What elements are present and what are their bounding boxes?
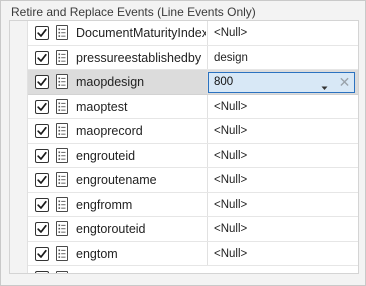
field-checkbox[interactable] — [35, 124, 49, 138]
checkmark-icon — [37, 151, 47, 160]
checkmark-icon — [37, 53, 47, 62]
field-properties-icon[interactable] — [56, 271, 68, 273]
field-name: engrouteid — [76, 148, 136, 163]
column-divider — [207, 217, 208, 241]
field-checkbox[interactable] — [35, 271, 49, 273]
column-divider — [207, 143, 208, 167]
field-properties-icon[interactable] — [56, 74, 68, 89]
field-value[interactable]: <Null> — [214, 217, 247, 241]
checkmark-icon — [37, 224, 47, 233]
field-row[interactable]: engtorouteid <Null> — [28, 217, 358, 242]
close-icon[interactable]: ✕ — [338, 75, 351, 90]
field-value[interactable]: <Null> — [214, 168, 247, 192]
field-name: engroutename — [76, 173, 157, 187]
field-checkbox[interactable] — [35, 173, 49, 187]
field-checkbox[interactable] — [35, 50, 49, 65]
column-divider — [207, 21, 208, 45]
field-row[interactable]: engrouteid <Null> — [28, 143, 358, 168]
field-properties-icon[interactable] — [56, 245, 68, 261]
field-row[interactable]: maoprecord <Null> — [28, 119, 358, 144]
field-row-partial — [28, 266, 358, 273]
field-checkbox[interactable] — [35, 99, 49, 114]
value-dropdown[interactable]: 800 ✕ — [208, 72, 355, 93]
checkmark-icon — [37, 200, 47, 209]
field-value[interactable]: <Null> — [214, 95, 247, 119]
field-properties-icon[interactable] — [56, 98, 68, 114]
field-properties-icon[interactable] — [56, 123, 68, 138]
column-divider — [207, 94, 208, 118]
column-divider — [207, 119, 208, 143]
field-name: maoprecord — [76, 124, 143, 138]
checkmark-icon — [37, 126, 47, 135]
section-title: Retire and Replace Events (Line Events O… — [11, 5, 256, 19]
field-row[interactable]: engfromm <Null> — [28, 192, 358, 217]
field-properties-icon[interactable] — [56, 49, 68, 65]
field-name: engtom — [76, 246, 118, 261]
field-name: engtorouteid — [76, 222, 146, 236]
row-header-strip — [10, 21, 28, 273]
chevron-down-icon[interactable] — [321, 80, 328, 94]
checkmark-icon — [37, 102, 47, 111]
field-name: maoptest — [76, 99, 128, 114]
column-divider — [207, 241, 208, 265]
checkmark-icon — [37, 249, 47, 258]
column-divider — [207, 168, 208, 192]
field-value[interactable]: <Null> — [214, 193, 247, 217]
field-checkbox[interactable] — [35, 148, 49, 163]
field-checkbox[interactable] — [35, 26, 49, 40]
field-value[interactable]: <Null> — [214, 144, 247, 168]
column-divider — [207, 192, 208, 216]
field-properties-icon[interactable] — [56, 25, 68, 40]
field-name: pressureestablishedby — [76, 50, 202, 65]
field-value[interactable]: <Null> — [214, 119, 247, 143]
field-checkbox[interactable] — [35, 222, 49, 236]
checkmark-icon — [37, 28, 47, 37]
checkmark-icon — [37, 77, 47, 86]
checkmark-icon — [37, 175, 47, 184]
field-value[interactable]: <Null> — [214, 242, 247, 266]
field-row[interactable]: engroutename <Null> — [28, 168, 358, 193]
field-row[interactable]: engtom <Null> — [28, 241, 358, 266]
column-divider — [207, 45, 208, 69]
field-row[interactable]: maoptest <Null> — [28, 94, 358, 119]
field-checkbox[interactable] — [35, 75, 49, 89]
field-properties-icon[interactable] — [56, 172, 68, 187]
field-row[interactable]: DocumentMaturityIndex <Null> — [28, 21, 358, 46]
field-panel: DocumentMaturityIndex <Null> pressureestab… — [9, 20, 359, 274]
field-list: DocumentMaturityIndex <Null> pressureestab… — [28, 21, 358, 273]
field-checkbox[interactable] — [35, 246, 49, 261]
field-name: DocumentMaturityIndex — [76, 26, 206, 40]
field-value[interactable]: design — [214, 46, 248, 70]
dropdown-value: 800 — [214, 76, 234, 88]
field-properties-icon[interactable] — [56, 147, 68, 163]
field-row[interactable]: pressureestablishedby design — [28, 45, 358, 70]
field-checkbox[interactable] — [35, 197, 49, 212]
field-row[interactable]: maopdesign 800 ✕ — [28, 70, 358, 95]
field-name: maopdesign — [76, 75, 145, 89]
field-name: engfromm — [76, 197, 133, 212]
field-value[interactable]: <Null> — [214, 21, 247, 45]
field-properties-icon[interactable] — [56, 221, 68, 236]
field-properties-icon[interactable] — [56, 196, 68, 212]
retire-replace-events-group: Retire and Replace Events (Line Events O… — [0, 0, 366, 286]
